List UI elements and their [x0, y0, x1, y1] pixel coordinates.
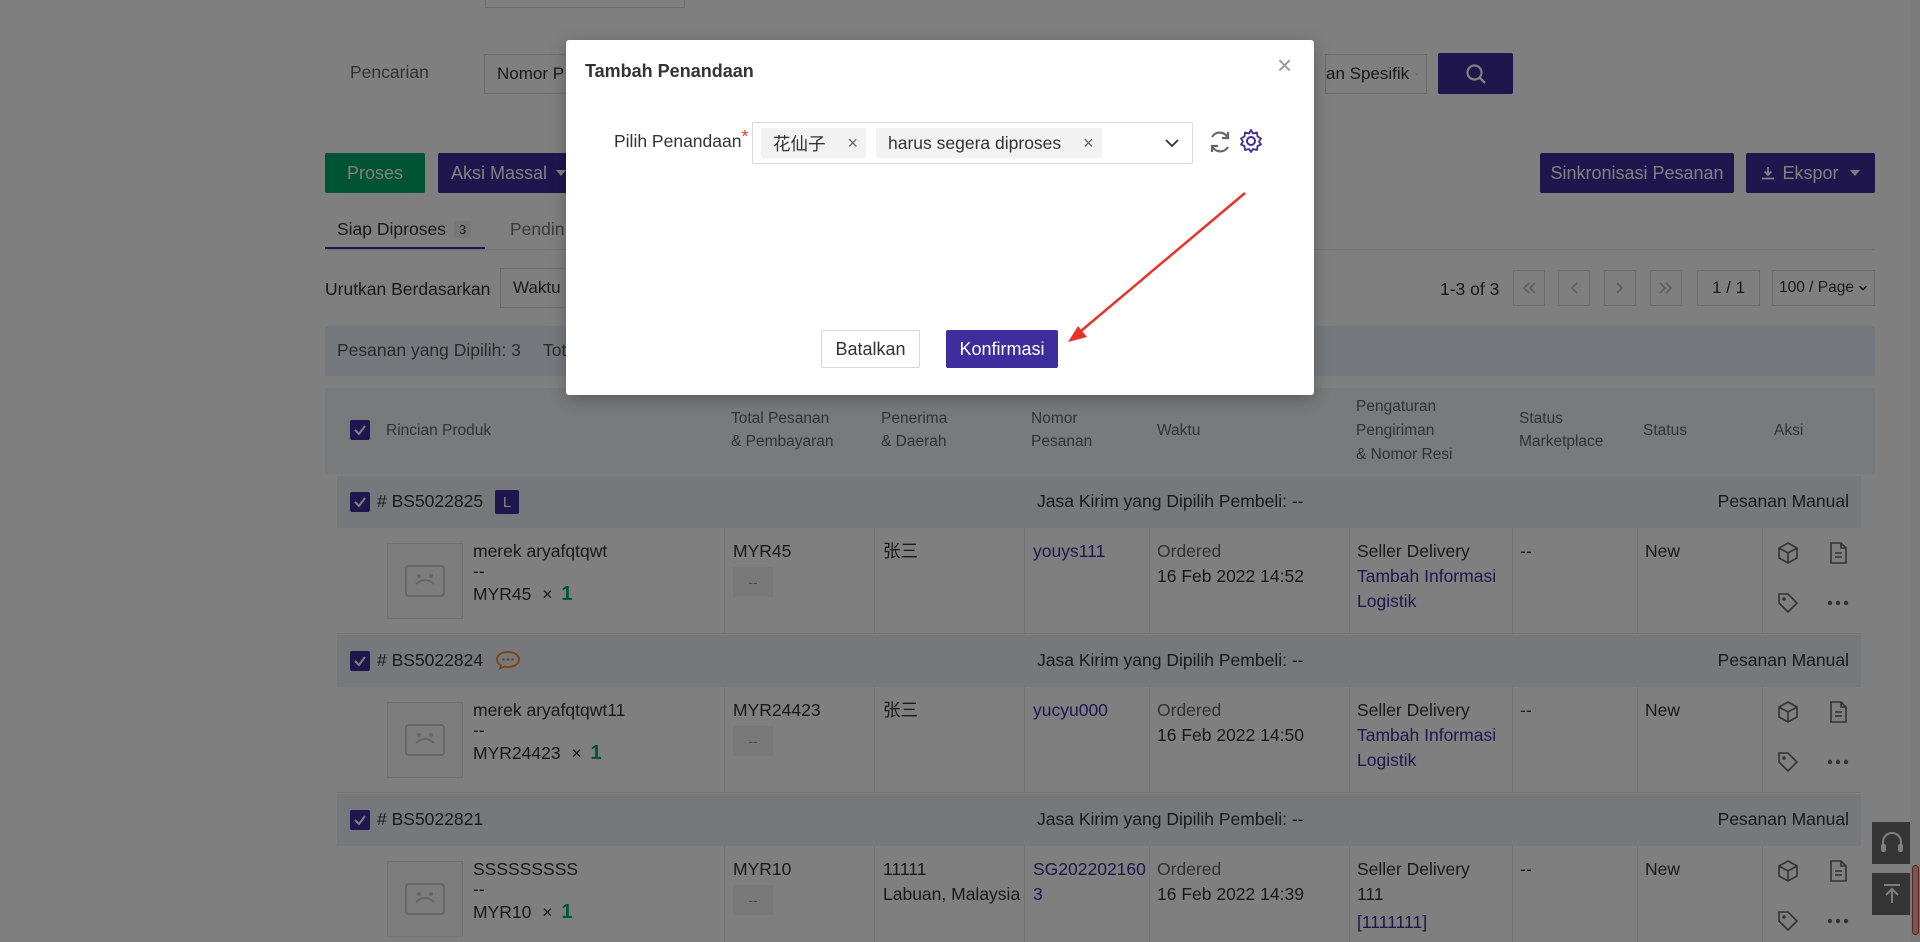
add-tag-modal: Tambah Penandaan × Pilih Penandaan* 花仙子 … [566, 40, 1314, 395]
tag-chip-label: 花仙子 [773, 133, 826, 154]
gear-icon[interactable] [1238, 128, 1264, 154]
modal-title: Tambah Penandaan [585, 61, 754, 81]
order-page: Pencarian Nomor P an Spesifik Proses Aks… [0, 0, 1920, 942]
cancel-button[interactable]: Batalkan [821, 330, 920, 368]
refresh-icon[interactable] [1206, 128, 1234, 156]
confirm-button[interactable]: Konfirmasi [946, 330, 1058, 368]
tag-field-label: Pilih Penandaan* [614, 126, 748, 152]
tag-chip-label: harus segera diproses [888, 132, 1062, 153]
chevron-down-icon [1165, 139, 1179, 148]
tag-chip: harus segera diproses × [876, 128, 1102, 158]
modal-close-button[interactable]: × [1277, 52, 1292, 78]
close-icon[interactable]: × [1083, 133, 1094, 154]
required-mark: * [741, 126, 749, 146]
tag-multiselect[interactable]: 花仙子 × harus segera diproses × [752, 122, 1193, 164]
close-icon[interactable]: × [848, 133, 859, 154]
tag-chip: 花仙子 × [761, 128, 867, 158]
tag-field-label-text: Pilih Penandaan [614, 131, 742, 151]
